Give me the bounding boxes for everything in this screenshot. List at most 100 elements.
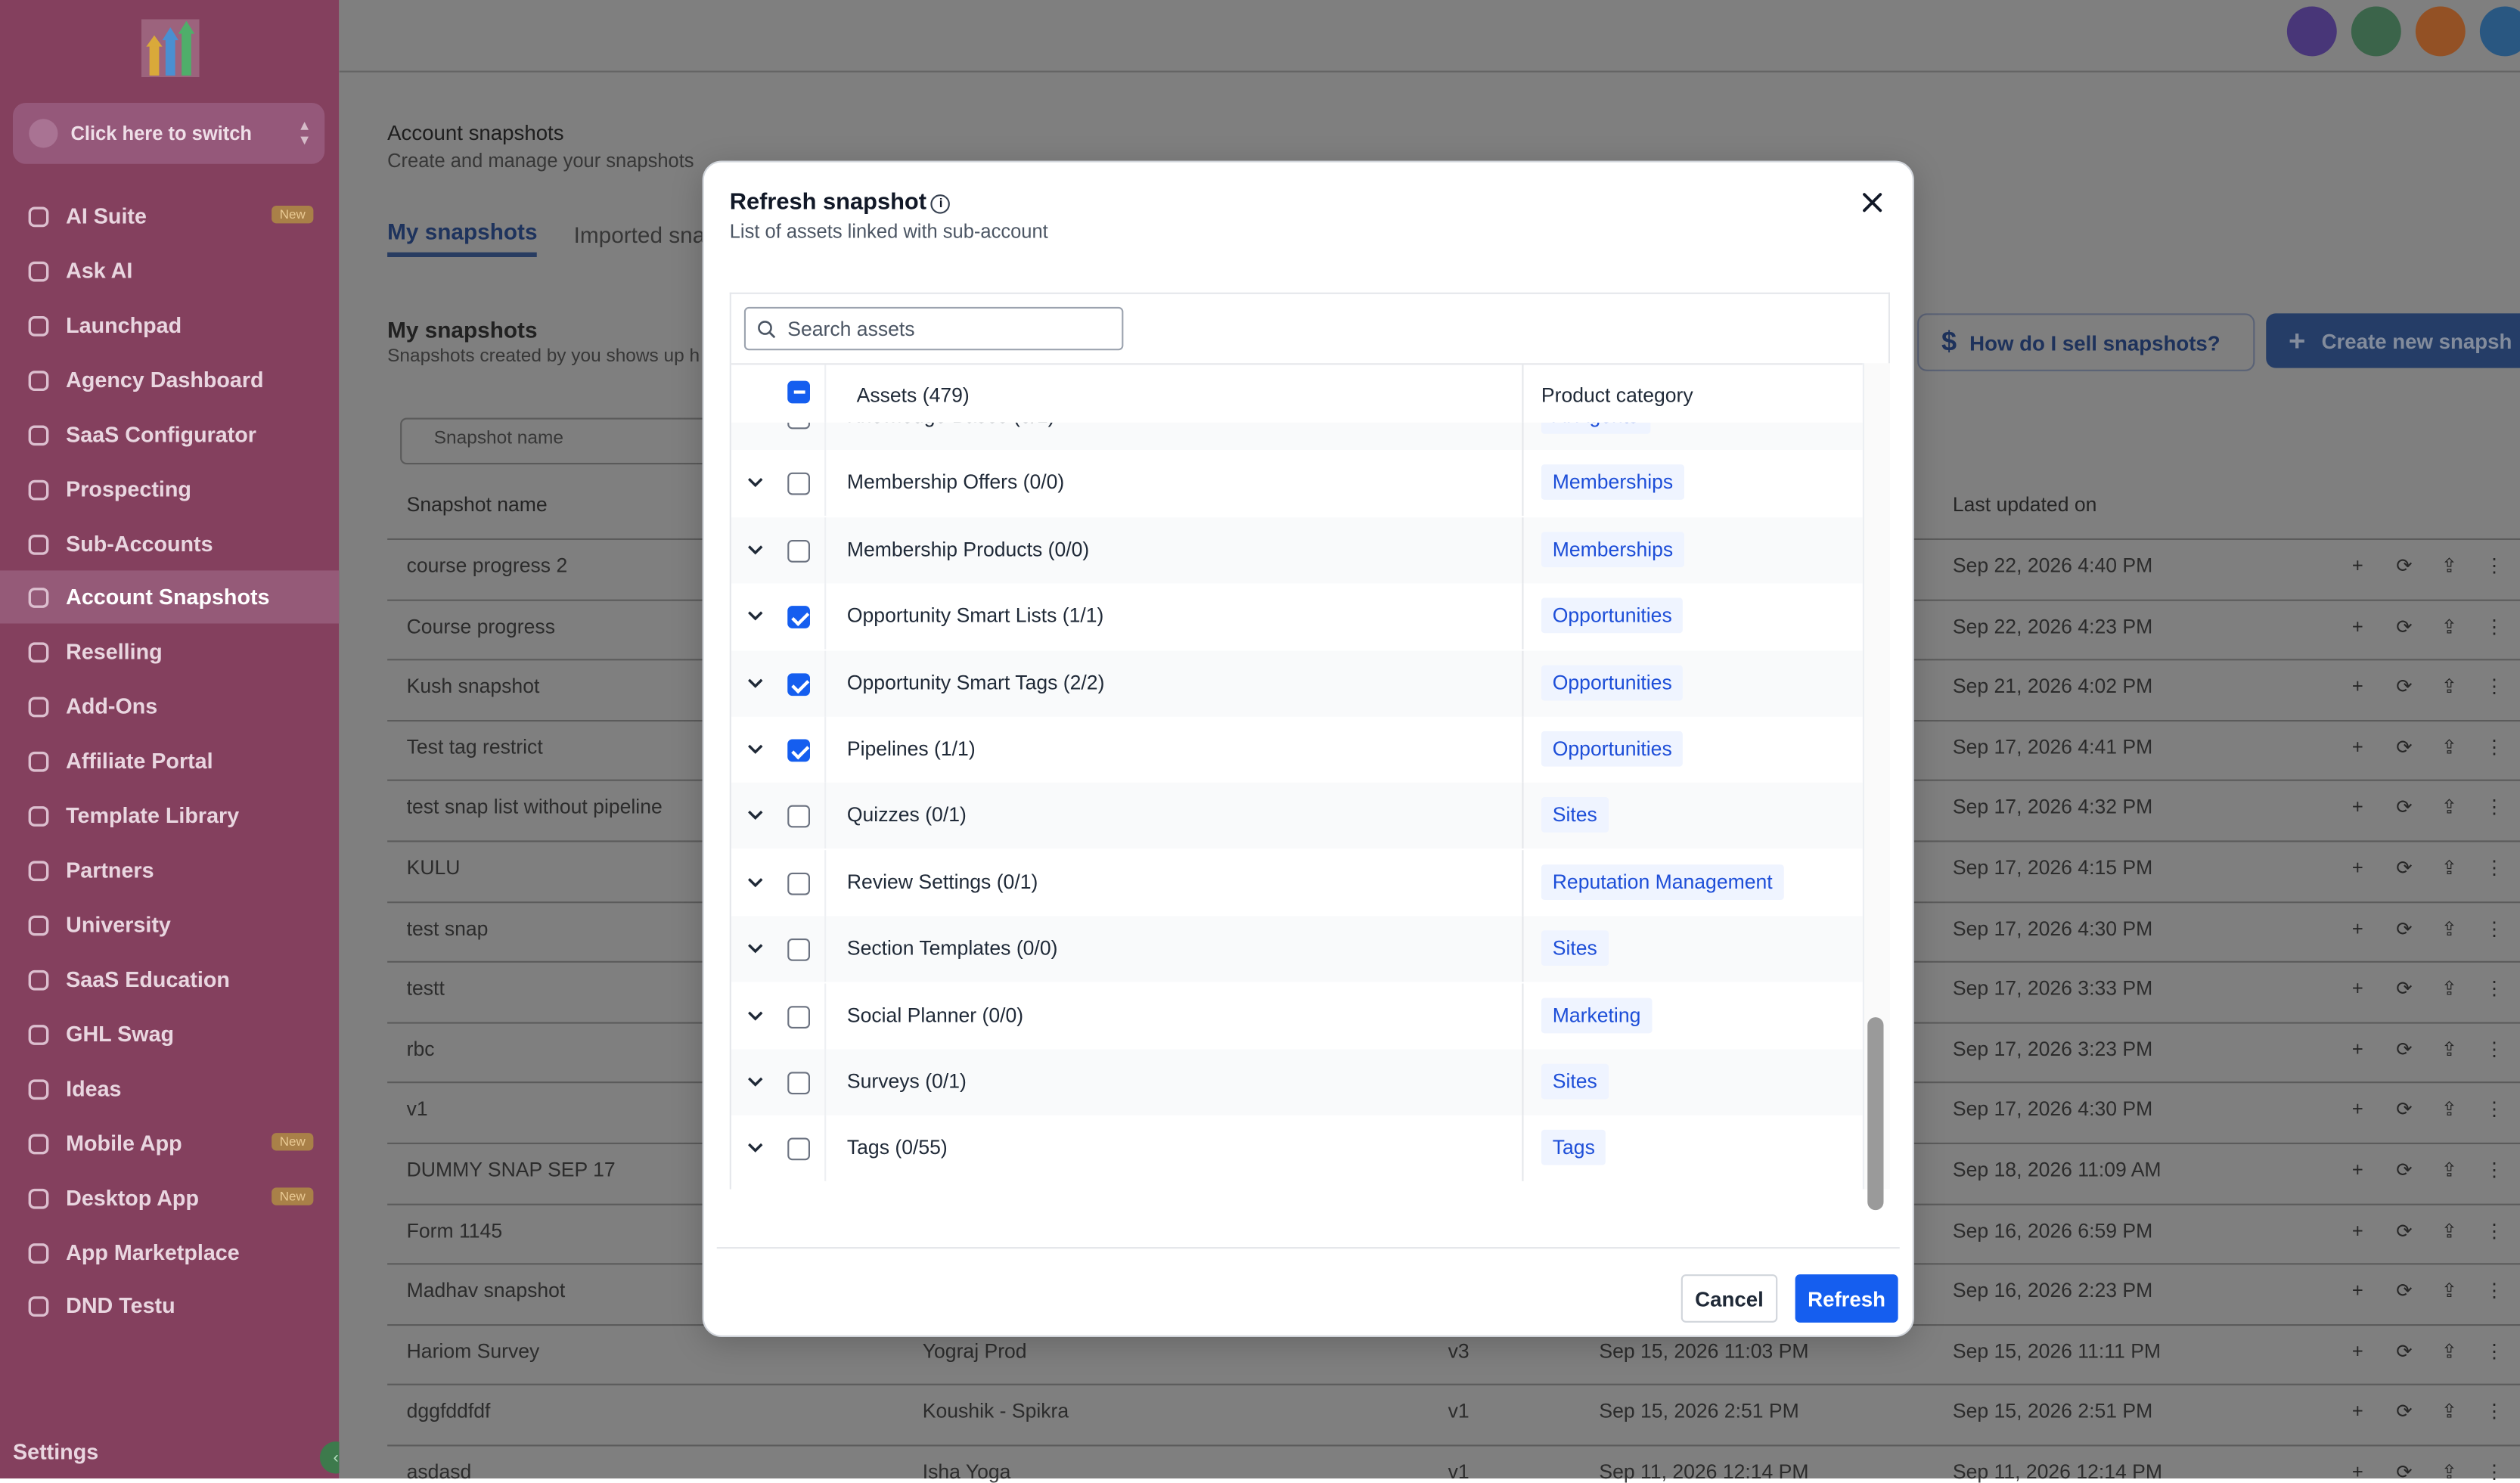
desktop-icon [24, 1184, 53, 1212]
sidebar-item-desktop-app[interactable]: Desktop App New [0, 1171, 339, 1224]
sidebar-item-launchpad[interactable]: Launchpad [0, 299, 339, 352]
asset-row[interactable]: Membership Offers (0/0) Memberships [731, 450, 1863, 517]
footer-divider [716, 1247, 1900, 1249]
asset-row[interactable]: Social Planner (0/0) Marketing [731, 982, 1863, 1049]
sidebar-item-add-ons[interactable]: Add-Ons [0, 680, 339, 733]
category-tag: Memberships [1541, 531, 1685, 567]
sidebar-item-label: Template Library [66, 803, 240, 828]
chevron-down-icon[interactable] [746, 805, 765, 825]
asset-row[interactable]: Knowledge Bases (0/1) AI Agents [731, 422, 1863, 450]
sidebar-item-label: SaaS Education [66, 967, 230, 992]
cancel-button[interactable]: Cancel [1681, 1274, 1778, 1323]
sidebar-item-saas-education[interactable]: SaaS Education [0, 953, 339, 1006]
new-badge: New [272, 1187, 314, 1205]
sidebar-item-label: Reselling [66, 639, 163, 664]
chevron-down-icon[interactable] [746, 540, 765, 560]
sidebar-item-label: SaaS Configurator [66, 422, 256, 447]
asset-row[interactable]: Opportunity Smart Tags (2/2) Opportunitie… [731, 650, 1863, 716]
asset-checkbox[interactable] [787, 539, 810, 563]
asset-name: Surveys (0/1) [846, 1070, 967, 1093]
asset-checkbox[interactable] [787, 422, 810, 430]
asset-name: Quizzes (0/1) [846, 804, 967, 827]
chevron-down-icon[interactable] [746, 872, 765, 892]
asset-name: Membership Offers (0/0) [846, 471, 1065, 495]
asset-checkbox[interactable] [787, 739, 810, 762]
asset-row[interactable]: Surveys (0/1) Sites [731, 1049, 1863, 1115]
asset-search-field[interactable] [743, 306, 1124, 351]
sidebar-item-template-library[interactable]: Template Library [0, 789, 339, 842]
asset-row[interactable]: Review Settings (0/1) Reputation Manageme… [731, 849, 1863, 916]
category-tag: Sites [1541, 930, 1609, 966]
account-switcher[interactable]: Click here to switch ▴ ▾ [13, 103, 325, 164]
asset-checkbox[interactable] [787, 805, 810, 829]
asset-checkbox[interactable] [787, 606, 810, 629]
sidebar-item-ghl-swag[interactable]: GHL Swag [0, 1007, 339, 1060]
assets-scrollbar-thumb[interactable] [1867, 1017, 1884, 1211]
asset-row[interactable]: Tags (0/55) Tags [731, 1115, 1863, 1182]
asset-checkbox[interactable] [787, 872, 810, 895]
select-all-checkbox[interactable] [787, 380, 810, 404]
sidebar-item-mobile-app[interactable]: Mobile App New [0, 1117, 339, 1170]
asset-row[interactable]: Opportunity Smart Lists (1/1) Opportuniti… [731, 583, 1863, 650]
chevron-down-icon[interactable] [746, 1072, 765, 1091]
sidebar-item-ai-suite[interactable]: AI Suite New [0, 190, 339, 243]
asset-checkbox[interactable] [787, 672, 810, 696]
assets-panel: Assets (479) Product category Knowledge … [729, 292, 1890, 1211]
asset-row[interactable]: Membership Products (0/0) Memberships [731, 517, 1863, 583]
snapshot-icon [24, 582, 53, 611]
close-icon[interactable] [1858, 188, 1887, 217]
sidebar-item-label: App Marketplace [66, 1240, 240, 1265]
chevron-down-icon[interactable] [746, 939, 765, 958]
new-badge: New [272, 1133, 314, 1151]
asset-search-input[interactable] [784, 315, 1113, 342]
info-icon[interactable]: i [931, 194, 951, 214]
asset-name: Opportunity Smart Tags (2/2) [846, 671, 1105, 694]
sidebar-item-label: Prospecting [66, 477, 191, 501]
chevron-down-icon[interactable] [746, 423, 765, 426]
asset-row[interactable]: Section Templates (0/0) Sites [731, 916, 1863, 982]
sidebar-item-label: Launchpad [66, 313, 182, 338]
category-tag: Sites [1541, 797, 1609, 833]
refresh-button[interactable]: Refresh [1795, 1274, 1898, 1323]
asset-row[interactable]: Pipelines (1/1) Opportunities [731, 716, 1863, 783]
sidebar-item-partners[interactable]: Partners [0, 844, 339, 897]
chevron-down-icon[interactable] [746, 1005, 765, 1025]
rocket-icon [24, 311, 53, 340]
chevron-down-icon[interactable] [746, 473, 765, 493]
sidebar-item-prospecting[interactable]: Prospecting [0, 463, 339, 516]
sidebar-item-label: Affiliate Portal [66, 749, 213, 774]
sidebar-item-label: Ask AI [66, 259, 133, 283]
asset-row[interactable]: Quizzes (0/1) Sites [731, 783, 1863, 849]
store-icon [24, 1019, 53, 1048]
sidebar-item-saas-configurator[interactable]: SaaS Configurator [0, 408, 339, 461]
sidebar-item-app-marketplace[interactable]: App Marketplace [0, 1226, 339, 1279]
asset-checkbox[interactable] [787, 1138, 810, 1162]
asset-checkbox[interactable] [787, 939, 810, 962]
asset-checkbox[interactable] [787, 473, 810, 496]
sidebar-item-settings[interactable]: Settings [0, 1427, 339, 1481]
sidebar-item-dnd-testu[interactable]: DND Testu [0, 1280, 339, 1333]
asset-checkbox[interactable] [787, 1072, 810, 1095]
search-icon [758, 320, 776, 338]
category-tag: Sites [1541, 1063, 1609, 1100]
chevron-down-icon[interactable] [746, 673, 765, 693]
switcher-label: Click here to switch [70, 122, 252, 145]
sidebar-item-ask-ai[interactable]: Ask AI [0, 244, 339, 297]
asset-name: Social Planner (0/0) [846, 1004, 1024, 1027]
sidebar-item-university[interactable]: University [0, 898, 339, 951]
sidebar-item-affiliate-portal[interactable]: Affiliate Portal [0, 734, 339, 787]
bag-icon [24, 692, 53, 721]
handshake-icon [24, 856, 53, 885]
asset-checkbox[interactable] [787, 1005, 810, 1028]
chevron-down-icon[interactable] [746, 740, 765, 759]
sidebar-item-sub-accounts[interactable]: Sub-Accounts [0, 517, 339, 570]
sidebar-item-account-snapshots[interactable]: Account Snapshots [0, 570, 340, 624]
sidebar-item-ideas[interactable]: Ideas [0, 1063, 339, 1115]
category-tag: Memberships [1541, 464, 1685, 501]
sidebar-item-reselling[interactable]: Reselling [0, 625, 339, 678]
chevron-down-icon[interactable] [746, 1138, 765, 1158]
switch-caret-icon: ▴ ▾ [300, 117, 309, 150]
sidebar-item-agency-dashboard[interactable]: Agency Dashboard [0, 354, 339, 407]
chevron-down-icon[interactable] [746, 607, 765, 626]
education-icon [24, 965, 53, 994]
